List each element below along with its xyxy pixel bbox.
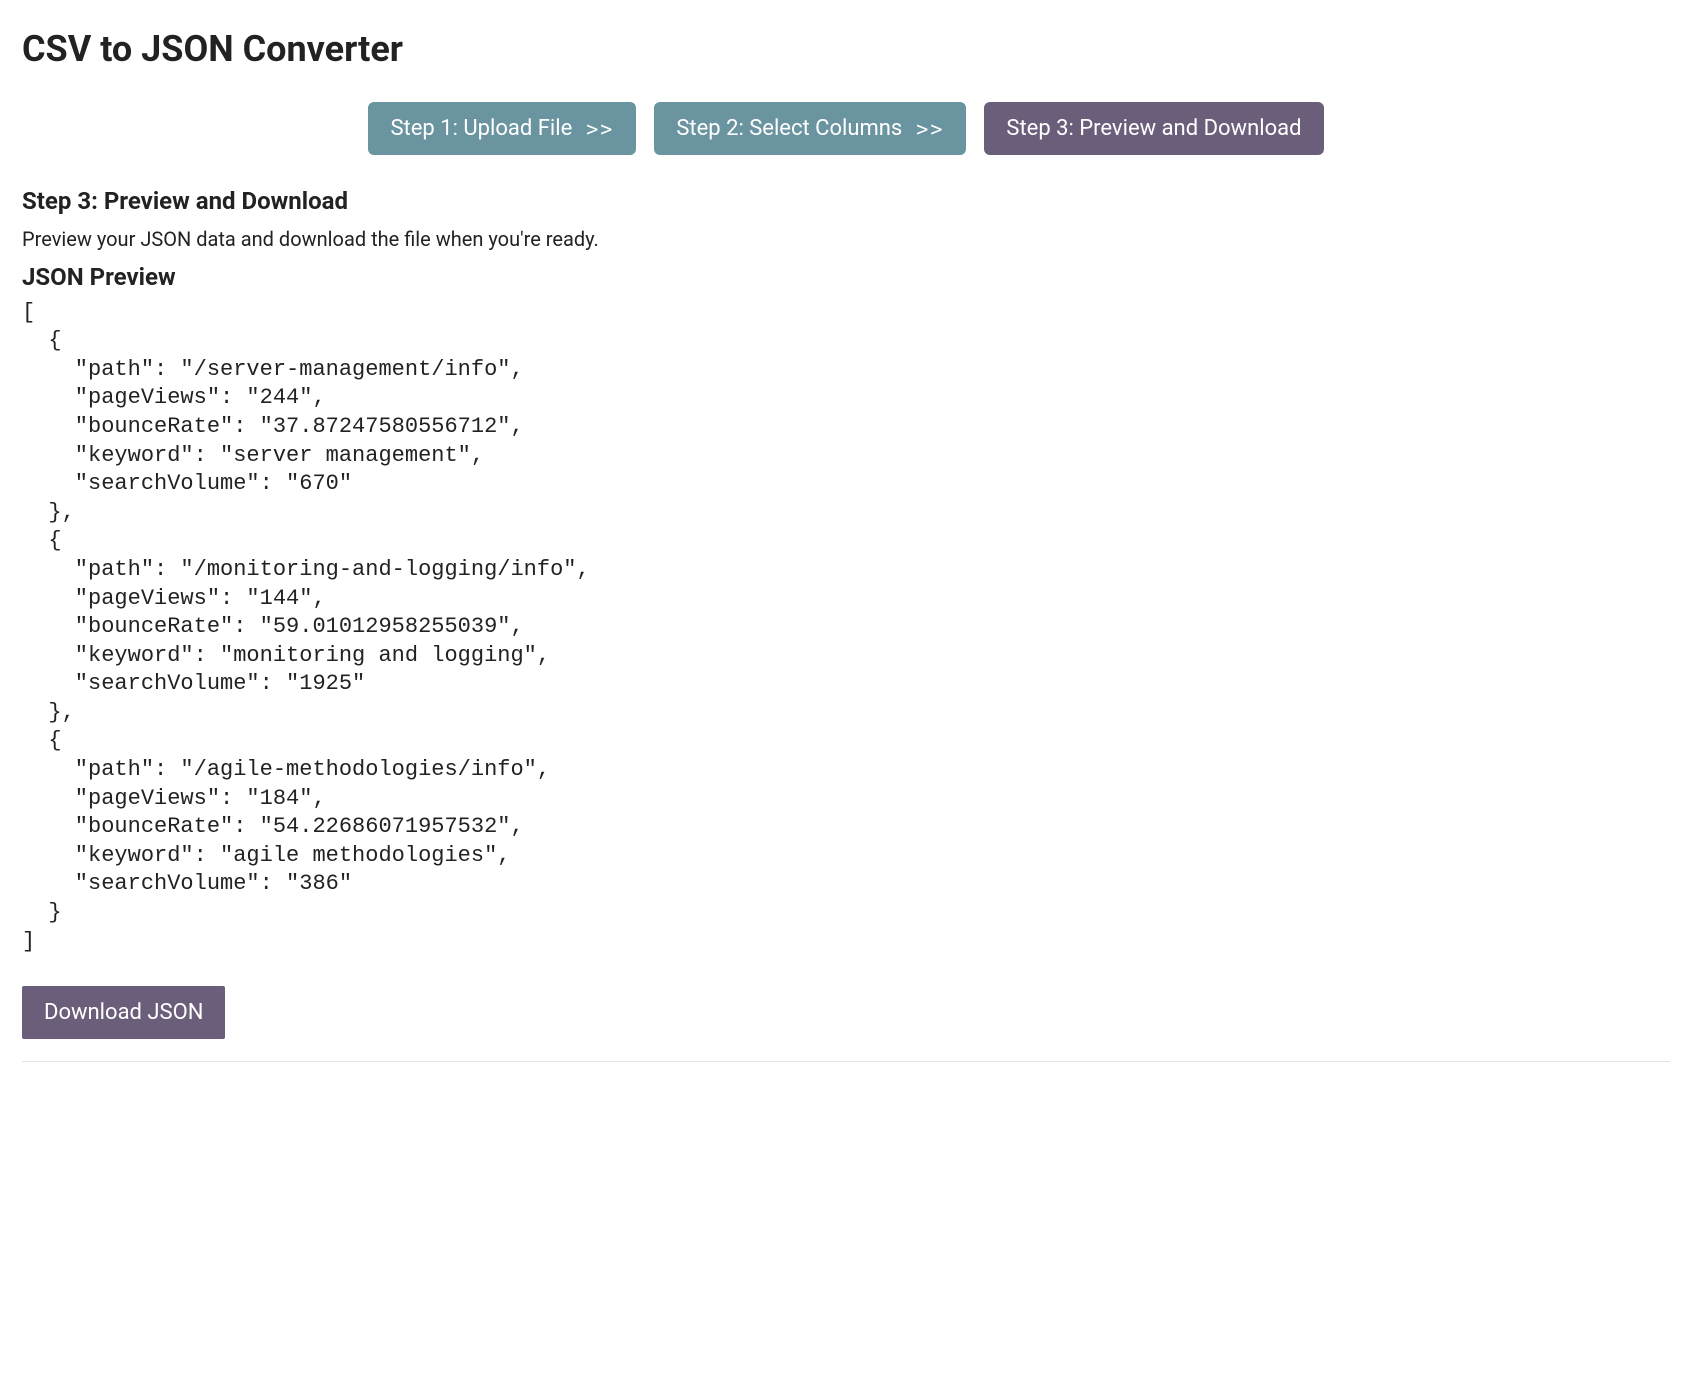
- download-json-button[interactable]: Download JSON: [22, 986, 225, 1039]
- chevron-right-icon: >>: [916, 117, 944, 141]
- divider: [22, 1061, 1670, 1062]
- chevron-right-icon: >>: [586, 117, 614, 141]
- step-heading: Step 3: Preview and Download: [22, 185, 1670, 219]
- step-3-button[interactable]: Step 3: Preview and Download: [984, 102, 1323, 155]
- step-1-label: Step 1: Upload File: [390, 116, 572, 141]
- step-3-label: Step 3: Preview and Download: [1006, 116, 1301, 141]
- page-title: CSV to JSON Converter: [22, 24, 1670, 74]
- step-2-button[interactable]: Step 2: Select Columns >>: [654, 102, 966, 155]
- json-preview-heading: JSON Preview: [22, 261, 1670, 295]
- step-2-label: Step 2: Select Columns: [676, 116, 902, 141]
- step-description: Preview your JSON data and download the …: [22, 225, 1670, 253]
- step-1-button[interactable]: Step 1: Upload File >>: [368, 102, 636, 155]
- json-preview: [ { "path": "/server-management/info", "…: [22, 299, 1670, 957]
- step-nav: Step 1: Upload File >> Step 2: Select Co…: [22, 102, 1670, 155]
